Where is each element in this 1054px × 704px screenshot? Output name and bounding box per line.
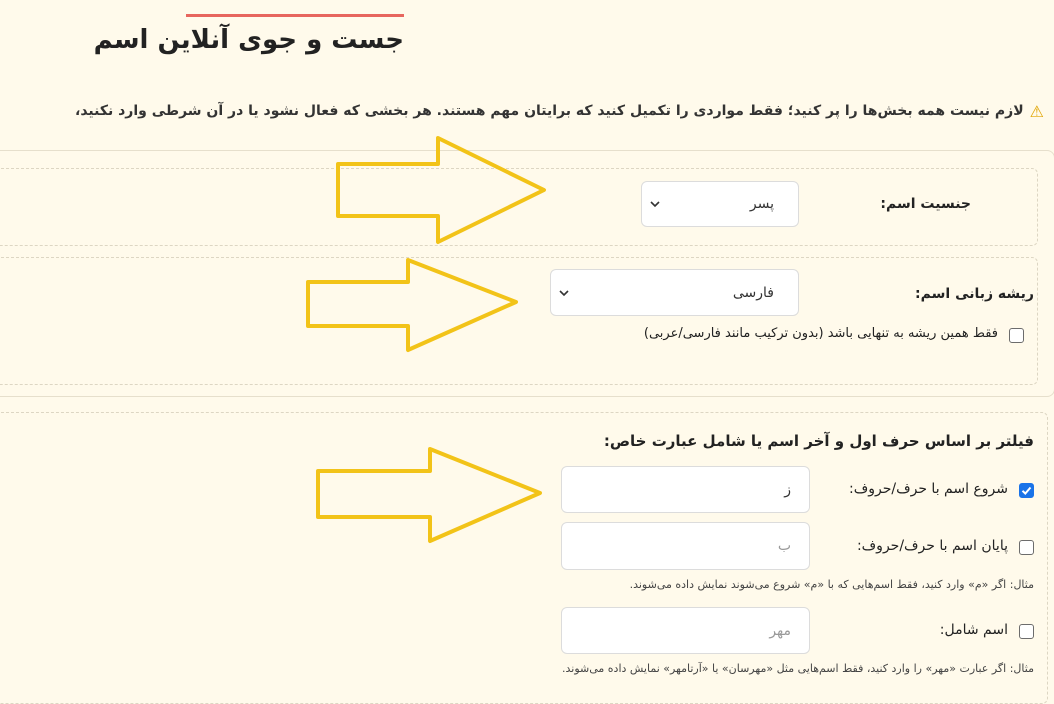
origin-label: ریشه زبانی اسم: [915, 286, 1034, 302]
gender-label: جنسیت اسم: [880, 196, 971, 212]
start-letters-checkbox[interactable] [1019, 483, 1034, 498]
page-title-block: جست و جوی آنلاین اسم [93, 14, 404, 59]
end-letters-hint: مثال: اگر «م» وارد کنید، فقط اسم‌هایی که… [629, 578, 1034, 591]
arrow-right-annotation-icon [316, 447, 542, 543]
origin-only-checkbox[interactable] [1009, 328, 1024, 343]
contains-checkbox[interactable] [1019, 624, 1034, 639]
notice-text: لازم نیست همه بخش‌ها را پر کنید؛ فقط موا… [75, 103, 1024, 119]
origin-select[interactable]: فارسی [550, 269, 799, 316]
contains-hint: مثال: اگر عبارت «مهر» را وارد کنید، فقط … [562, 662, 1034, 675]
contains-placeholder: مهر [769, 622, 791, 639]
arrow-right-annotation-icon [306, 258, 518, 352]
page-title: جست و جوی آنلاین اسم [93, 25, 404, 55]
end-letters-input[interactable]: ب [561, 522, 810, 570]
contains-input[interactable]: مهر [561, 607, 810, 654]
chevron-down-icon [650, 201, 660, 208]
end-letters-placeholder: ب [777, 538, 791, 554]
check-icon [1021, 486, 1032, 495]
contains-label[interactable]: اسم شامل: [940, 622, 1008, 638]
chevron-down-icon [559, 289, 569, 296]
origin-select-value: فارسی [732, 284, 774, 301]
gender-select-value: پسر [749, 196, 774, 212]
filter-heading: فیلتر بر اساس حرف اول و آخر اسم یا شامل … [603, 432, 1034, 450]
gender-select[interactable]: پسر [641, 181, 799, 227]
notice-bar: ⚠ لازم نیست همه بخش‌ها را پر کنید؛ فقط م… [0, 98, 1054, 124]
title-underline-accent [186, 14, 404, 17]
arrow-right-annotation-icon [336, 136, 546, 244]
warning-icon: ⚠ [1029, 101, 1044, 121]
start-letters-label[interactable]: شروع اسم با حرف/حروف: [849, 481, 1008, 497]
origin-only-label[interactable]: فقط همین ریشه به تنهایی باشد (بدون ترکیب… [644, 326, 998, 341]
start-letters-value: ز [784, 481, 791, 498]
start-letters-input[interactable]: ز [561, 466, 810, 513]
end-letters-checkbox[interactable] [1019, 540, 1034, 555]
end-letters-label[interactable]: پایان اسم با حرف/حروف: [857, 538, 1008, 554]
